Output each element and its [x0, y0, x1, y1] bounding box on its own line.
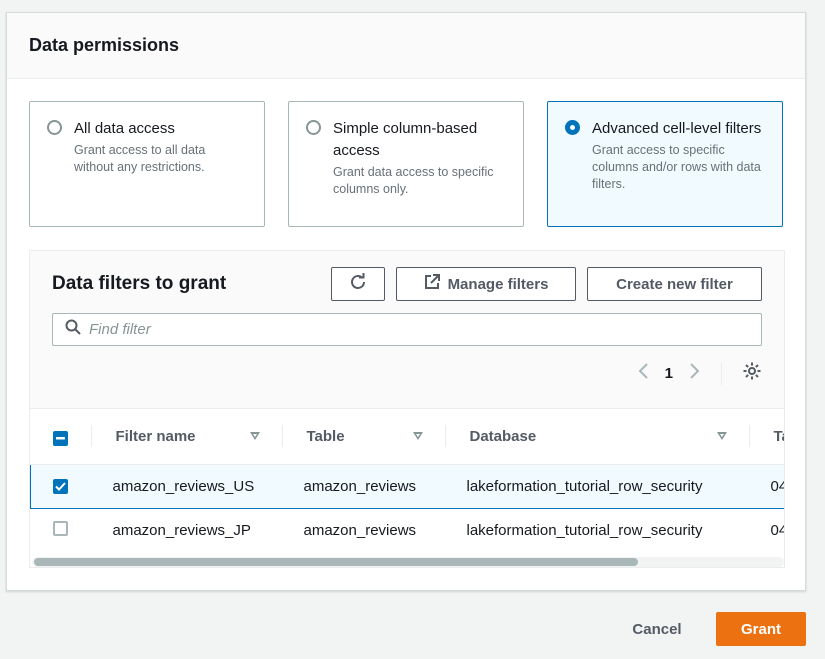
create-new-filter-button[interactable]: Create new filter [587, 267, 762, 301]
column-label: Ta [773, 427, 785, 445]
manage-filters-button[interactable]: Manage filters [396, 267, 576, 301]
radio-simple-column-access[interactable] [306, 120, 321, 135]
search-icon [65, 319, 81, 340]
refresh-icon [349, 273, 367, 295]
cell-truncated: 04 [770, 521, 785, 539]
radio-all-data-access[interactable] [47, 120, 62, 135]
column-header-filter-name[interactable]: Filter name [90, 409, 282, 465]
row-checkbox[interactable] [52, 520, 68, 536]
table-row[interactable]: amazon_reviews_JP amazon_reviews lakefor… [31, 508, 785, 552]
column-label: Database [469, 427, 537, 445]
panel-header: Data permissions [7, 13, 805, 79]
filters-table-wrapper: Filter name Table Database Tamazon_revie… [30, 408, 785, 567]
cell-filter-name: amazon_reviews_JP [112, 521, 251, 539]
column-header-truncated[interactable]: Ta [748, 409, 785, 465]
option-text: Advanced cell-level filters Grant access… [592, 118, 764, 193]
row-select-cell [31, 508, 91, 552]
select-all-checkbox[interactable] [52, 430, 68, 446]
filter-search [52, 313, 762, 346]
chevron-left-icon[interactable] [637, 362, 649, 385]
table-row[interactable]: amazon_reviews_US amazon_reviews lakefor… [30, 463, 784, 509]
sort-icon [716, 432, 727, 441]
cell-table: amazon_reviews [281, 463, 445, 509]
column-header-table[interactable]: Table [281, 409, 445, 465]
option-text: All data access Grant access to all data… [74, 118, 246, 176]
search-input[interactable] [89, 321, 729, 338]
external-link-icon [424, 274, 440, 294]
option-title: Advanced cell-level filters [592, 120, 762, 137]
cell-filter-name: amazon_reviews_US [90, 463, 282, 509]
option-description: Grant access to specific columns and/or … [592, 143, 761, 191]
row-select-cell [30, 463, 91, 509]
option-all-data-access[interactable]: All data access Grant access to all data… [29, 101, 265, 227]
option-title: Simple column-based access [333, 120, 478, 159]
cancel-button[interactable]: Cancel [614, 612, 700, 646]
option-simple-column-access[interactable]: Simple column-based access Grant data ac… [288, 101, 524, 227]
panel-title: Data permissions [29, 35, 180, 55]
column-label: Filter name [115, 427, 196, 445]
filters-title: Data filters to grant [52, 273, 227, 294]
option-description: Grant access to all data without any res… [74, 143, 206, 174]
cell-truncated: 04 [748, 463, 784, 509]
refresh-button[interactable] [331, 267, 385, 301]
cell-table: amazon_reviews [303, 521, 417, 539]
manage-filters-label: Manage filters [447, 275, 549, 293]
pager-divider [721, 362, 722, 385]
scrollbar-thumb[interactable] [34, 558, 638, 566]
horizontal-scrollbar[interactable] [32, 557, 784, 567]
option-advanced-cell-filters[interactable]: Advanced cell-level filters Grant access… [547, 101, 783, 227]
data-permissions-panel: Data permissions All data access Grant a… [6, 12, 806, 591]
page-number[interactable]: 1 [665, 365, 673, 382]
option-title: All data access [74, 120, 175, 137]
row-checkbox[interactable] [53, 478, 68, 494]
option-text: Simple column-based access Grant data ac… [333, 118, 505, 198]
header-select-all [30, 409, 91, 465]
column-header-database[interactable]: Database [444, 409, 749, 465]
create-filter-label: Create new filter [616, 275, 733, 293]
sort-icon [249, 432, 260, 441]
chevron-right-icon[interactable] [689, 362, 701, 385]
sort-icon [412, 432, 423, 441]
access-options: All data access Grant access to all data… [29, 101, 783, 227]
pagination: 1 [637, 361, 762, 386]
grant-button[interactable]: Grant [716, 612, 806, 646]
table-header-row: Filter name Table Database Ta [30, 409, 785, 465]
gear-icon[interactable] [742, 361, 762, 386]
option-description: Grant data access to specific columns on… [333, 165, 494, 196]
data-filters-container: Data filters to grant Manage filters Cre… [29, 250, 785, 568]
cell-database: lakeformation_tutorial_row_security [444, 463, 749, 509]
radio-advanced-cell-filters[interactable] [565, 120, 580, 135]
filters-table: Filter name Table Database Tamazon_revie… [30, 409, 785, 552]
column-label: Table [306, 427, 345, 445]
cell-database: lakeformation_tutorial_row_security [466, 521, 703, 539]
